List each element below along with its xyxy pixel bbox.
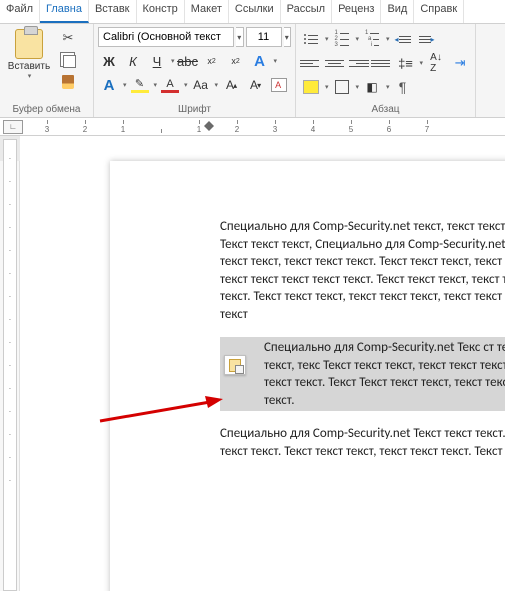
group-paragraph: ▾ 123▾ 1ai▾ ◂ ▸ ‡≡▾ A↓Z ⇥ ▾ ▾ ◧▾ ¶ xyxy=(296,24,476,117)
horizontal-ruler-bar: ∟ 3 2 1 1 2 3 4 5 6 7 xyxy=(0,118,505,136)
paragraph-2-text: Специально для Comp-Security.net Текс ст… xyxy=(264,340,505,408)
erase-button[interactable]: ◧ xyxy=(361,77,383,97)
ribbon: Вставить ▾ ✂ Буфер обмена ▾ ▾ Ж xyxy=(0,24,505,118)
group-title-clipboard: Буфер обмена xyxy=(4,103,89,116)
group-clipboard: Вставить ▾ ✂ Буфер обмена xyxy=(0,24,94,117)
grow-font-button[interactable]: A▴ xyxy=(220,75,242,95)
eraser-icon xyxy=(271,78,287,92)
paragraph-3[interactable]: Специально для Comp-Security.net Текст т… xyxy=(220,425,505,460)
subscript-button[interactable]: x2 xyxy=(201,51,223,71)
highlight-button[interactable]: ✎ xyxy=(129,75,151,95)
align-right-button[interactable] xyxy=(347,53,369,73)
copy-icon xyxy=(63,55,76,68)
italic-button[interactable]: К xyxy=(122,51,144,71)
pilcrow-button[interactable]: ¶ xyxy=(392,77,414,97)
font-color-button[interactable]: A xyxy=(159,75,181,95)
paste-options-icon xyxy=(229,359,241,372)
bullets-button[interactable] xyxy=(300,29,322,49)
paste-button[interactable]: Вставить ▾ xyxy=(4,27,54,80)
group-title-font: Шрифт xyxy=(98,103,291,116)
brush-icon xyxy=(62,75,74,89)
borders-button[interactable] xyxy=(331,77,353,97)
align-center-button[interactable] xyxy=(324,53,346,73)
scissors-icon: ✂ xyxy=(63,30,74,46)
page-content[interactable]: Специально для Comp-Security.net текст, … xyxy=(220,218,505,475)
document-canvas[interactable]: Специально для Comp-Security.net текст, … xyxy=(20,136,505,591)
tab-selector[interactable]: ∟ xyxy=(3,120,23,134)
indent-left-button[interactable]: ◂ xyxy=(392,29,414,49)
cut-button[interactable]: ✂ xyxy=(58,29,78,47)
paragraph-1[interactable]: Специально для Comp-Security.net текст, … xyxy=(220,218,505,323)
indent-marker-icon[interactable] xyxy=(204,121,214,131)
format-painter-button[interactable] xyxy=(58,73,78,91)
text-effect-a-button[interactable]: A xyxy=(98,75,120,95)
align-justify-button[interactable] xyxy=(371,53,393,73)
align-left-button[interactable] xyxy=(300,53,322,73)
ribbon-tabs: Файл Главна Вставк Констр Макет Ссылки Р… xyxy=(0,0,505,24)
indent-right-button[interactable]: ▸ xyxy=(416,29,438,49)
tab-file[interactable]: Файл xyxy=(0,0,40,23)
highlight-icon: ✎ xyxy=(131,77,149,93)
paste-dropdown-icon[interactable]: ▾ xyxy=(28,72,32,80)
paint-bucket-icon xyxy=(303,80,319,94)
multilevel-button[interactable]: 1ai xyxy=(361,29,383,49)
font-size-dropdown[interactable]: ▾ xyxy=(284,27,292,47)
clear-format-button[interactable] xyxy=(268,75,290,95)
tab-mailings[interactable]: Рассыл xyxy=(281,0,332,23)
tab-references[interactable]: Ссылки xyxy=(229,0,281,23)
workspace: ··············· Специально для Comp-Secu… xyxy=(0,136,505,591)
tab-layout[interactable]: Макет xyxy=(185,0,229,23)
group-font: ▾ ▾ Ж К Ч▾ abc x2 x2 A▾ A▾ ✎▾ A▾ Aa▾ A▴ … xyxy=(94,24,296,117)
vertical-ruler[interactable]: ··············· xyxy=(0,136,20,591)
text-effects-button[interactable]: A xyxy=(249,51,271,71)
tab-help[interactable]: Справк xyxy=(414,0,464,23)
bold-button[interactable]: Ж xyxy=(98,51,120,71)
indent-marker-button[interactable]: ⇥ xyxy=(449,53,471,73)
change-case-button[interactable]: Aa xyxy=(190,75,212,95)
shrink-font-button[interactable]: A▾ xyxy=(244,75,266,95)
tab-insert[interactable]: Вставк xyxy=(89,0,137,23)
line-spacing-button[interactable]: ‡≡ xyxy=(395,53,417,73)
sort-button[interactable]: A↓Z xyxy=(425,53,447,73)
copy-button[interactable] xyxy=(58,51,78,69)
paste-options-button[interactable] xyxy=(224,355,246,375)
clipboard-icon xyxy=(15,29,43,59)
tab-view[interactable]: Вид xyxy=(381,0,414,23)
tab-home[interactable]: Главна xyxy=(40,0,89,23)
numbering-button[interactable]: 123 xyxy=(331,29,353,49)
underline-button[interactable]: Ч xyxy=(146,51,168,71)
border-icon xyxy=(335,80,349,94)
font-name-select[interactable] xyxy=(98,27,234,47)
paste-label: Вставить xyxy=(8,61,50,72)
font-size-select[interactable] xyxy=(246,27,282,47)
font-name-dropdown[interactable]: ▾ xyxy=(236,27,244,47)
font-color-icon: A xyxy=(161,77,179,93)
tab-review[interactable]: Реценз xyxy=(332,0,381,23)
shading-button[interactable] xyxy=(300,77,322,97)
horizontal-ruler[interactable]: 3 2 1 1 2 3 4 5 6 7 xyxy=(28,120,498,134)
strike-button[interactable]: abc xyxy=(177,51,199,71)
superscript-button[interactable]: x2 xyxy=(225,51,247,71)
group-title-paragraph: Абзац xyxy=(300,103,471,116)
paragraph-2-selected[interactable]: Специально для Comp-Security.net Текс ст… xyxy=(220,337,505,411)
tab-design[interactable]: Констр xyxy=(137,0,185,23)
